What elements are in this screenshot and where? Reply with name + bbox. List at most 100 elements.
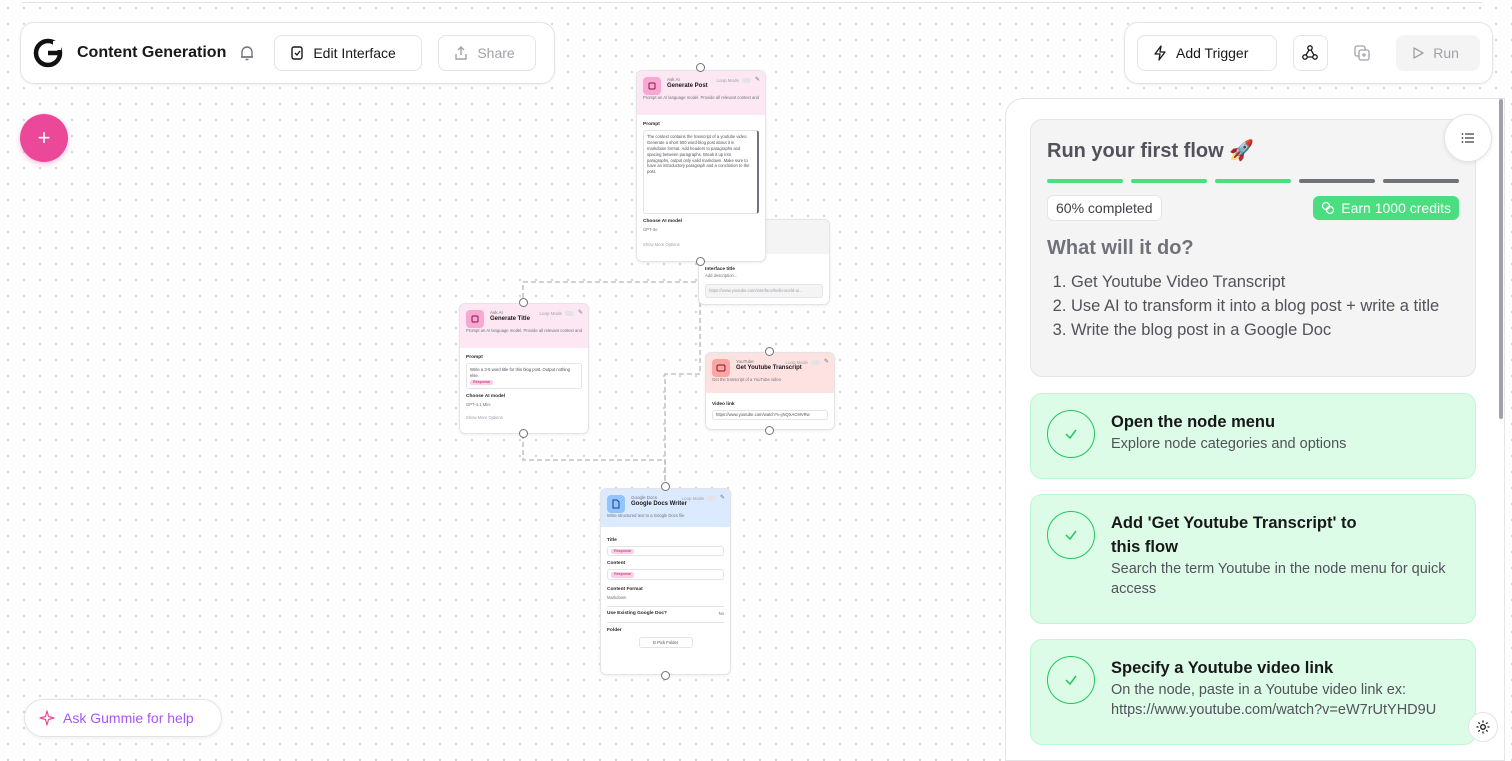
model-select[interactable]: GPT-4o xyxy=(643,227,759,232)
edit-pencil-icon[interactable]: ✎ xyxy=(824,358,829,365)
folder-label: Folder xyxy=(607,627,622,633)
youtube-transcript-node[interactable]: YouTube Get Youtube Transcript Loop Mode… xyxy=(705,352,835,430)
prompt-field[interactable]: Write a 3-5 word title for this blog pos… xyxy=(466,363,582,390)
flow-title: Content Generation xyxy=(77,44,227,61)
generate-post-header: Ask AI Generate Post Loop Mode ✎ Prompt … xyxy=(637,71,765,115)
edit-interface-button[interactable]: Edit Interface xyxy=(274,35,423,71)
share-icon xyxy=(455,46,468,60)
divider xyxy=(607,621,724,623)
gumloop-logo-icon xyxy=(33,38,63,68)
progress-segment xyxy=(1383,179,1459,183)
node-handle[interactable] xyxy=(519,429,528,438)
loop-mode-toggle[interactable] xyxy=(707,496,716,501)
node-description: Write structured text to a Google Docs f… xyxy=(607,513,685,518)
loop-mode-label: Loop Mode xyxy=(539,311,562,316)
task-specify-video-link[interactable]: Specify a Youtube video link On the node… xyxy=(1030,639,1476,745)
content-label: Content xyxy=(607,561,626,567)
content-response-badge: Response xyxy=(611,572,635,578)
content-field[interactable]: Response xyxy=(607,569,724,580)
interface-link-field[interactable]: https://www.youtube.com/interface/hello-… xyxy=(705,284,823,298)
task-title: Add 'Get Youtube Transcript' to this flo… xyxy=(1111,514,1357,556)
steps-list: Get Youtube Video Transcript Use AI to t… xyxy=(1047,270,1459,342)
generate-post-node[interactable]: Ask AI Generate Post Loop Mode ✎ Prompt … xyxy=(636,70,766,262)
progress-segment xyxy=(1299,179,1375,183)
response-badge: Response xyxy=(470,379,494,386)
format-label: Content Format xyxy=(607,586,643,592)
node-handle[interactable] xyxy=(696,257,705,266)
panel-scrollbar[interactable] xyxy=(1499,99,1503,419)
node-name: Get Youtube Transcript xyxy=(736,365,802,371)
google-docs-node[interactable]: Google Docs Google Docs Writer Loop Mode… xyxy=(600,488,731,675)
title-label: Title xyxy=(607,538,617,543)
what-title: What will it do? xyxy=(1047,237,1194,259)
prompt-text: Write a 3-5 word title for this blog pos… xyxy=(470,367,571,378)
coins-icon xyxy=(1322,201,1335,215)
webhook-button[interactable] xyxy=(1292,35,1329,71)
node-handle[interactable] xyxy=(696,63,705,72)
edit-pencil-icon[interactable]: ✎ xyxy=(578,309,583,316)
video-link-field[interactable]: https://www.youtube.com/watch?v=jNQXAC9I… xyxy=(712,410,828,420)
task-desc: On the node, paste in a Youtube video li… xyxy=(1111,682,1437,718)
node-handle[interactable] xyxy=(765,347,774,356)
document-icon xyxy=(607,495,625,513)
add-trigger-button[interactable]: Add Trigger xyxy=(1137,35,1277,71)
add-trigger-label: Add Trigger xyxy=(1176,45,1249,61)
pick-folder-label: Pick Folder xyxy=(657,639,679,645)
run-toolbar: Add Trigger Run xyxy=(1124,22,1493,84)
title-field[interactable]: Response xyxy=(607,546,724,557)
bell-icon[interactable] xyxy=(238,44,256,62)
node-handle[interactable] xyxy=(765,426,774,435)
prompt-field[interactable]: The context contains the transcript of a… xyxy=(643,130,759,214)
share-button[interactable]: Share xyxy=(438,35,537,71)
node-description: Prompt an AI language model. Provide all… xyxy=(643,95,759,100)
task-add-youtube-transcript[interactable]: Add 'Get Youtube Transcript' to this flo… xyxy=(1030,494,1476,624)
model-label: Choose AI model xyxy=(466,394,506,400)
ask-gummie-button[interactable]: Ask Gummie for help xyxy=(24,699,222,737)
toggle-checklist-button[interactable] xyxy=(1444,114,1492,162)
gear-icon xyxy=(1476,720,1490,734)
generate-title-node[interactable]: Ask AI Generate Title Loop Mode ✎ Prompt… xyxy=(459,303,589,434)
node-handle[interactable] xyxy=(661,671,670,680)
pick-folder-button[interactable]: G Pick Folder xyxy=(638,636,693,648)
edit-pencil-icon[interactable]: ✎ xyxy=(755,76,760,83)
step-item: Get Youtube Video Transcript xyxy=(1071,270,1459,294)
step-item: Use AI to transform it into a blog post … xyxy=(1071,294,1459,318)
earn-credits-badge[interactable]: Earn 1000 credits xyxy=(1313,196,1459,220)
completed-badge: 60% completed xyxy=(1047,195,1162,221)
existing-doc-toggle[interactable]: No xyxy=(719,611,724,616)
step-item: Write the blog post in a Google Doc xyxy=(1071,318,1459,342)
edge-title-to-docs xyxy=(522,434,666,484)
format-select[interactable]: Markdown xyxy=(607,595,724,600)
edge-post-to-title xyxy=(522,262,701,300)
add-node-button[interactable]: + xyxy=(20,114,68,162)
settings-button[interactable] xyxy=(1468,712,1498,742)
more-options-link[interactable]: Show More Options xyxy=(466,415,582,420)
interface-title-label: Interface title xyxy=(705,267,735,272)
duplicate-button[interactable] xyxy=(1344,35,1381,71)
progress-segment xyxy=(1131,179,1207,183)
node-handle[interactable] xyxy=(519,298,528,307)
task-title: Open the node menu xyxy=(1111,413,1276,431)
loop-mode-toggle[interactable] xyxy=(742,78,751,83)
task-title: Specify a Youtube video link xyxy=(1111,659,1334,677)
list-icon xyxy=(1461,133,1474,143)
model-select[interactable]: GPT-4.1 Mini xyxy=(466,402,582,407)
progress-segment xyxy=(1215,179,1291,183)
ask-gummie-label: Ask Gummie for help xyxy=(63,710,194,726)
run-button[interactable]: Run xyxy=(1396,35,1481,71)
task-open-node-menu[interactable]: Open the node menu Explore node categori… xyxy=(1030,393,1476,479)
node-handle[interactable] xyxy=(661,482,670,491)
node-description: Get the transcript of a YouTube video xyxy=(712,377,781,382)
more-options-link[interactable]: Show More Options xyxy=(643,242,759,247)
top-divider xyxy=(22,2,1482,3)
play-icon xyxy=(1413,47,1424,59)
node-name: Generate Post xyxy=(667,83,708,89)
edit-pencil-icon[interactable]: ✎ xyxy=(720,494,725,501)
generate-title-header: Ask AI Generate Title Loop Mode ✎ Prompt… xyxy=(460,304,588,348)
ai-chip-icon xyxy=(466,310,484,328)
model-label: Choose AI model xyxy=(643,219,683,224)
loop-mode-toggle[interactable] xyxy=(811,360,820,365)
loop-mode-toggle[interactable] xyxy=(565,311,574,316)
existing-doc-row: Use Existing Google Doc? No xyxy=(607,611,724,616)
title-response-badge: Response xyxy=(611,549,635,555)
